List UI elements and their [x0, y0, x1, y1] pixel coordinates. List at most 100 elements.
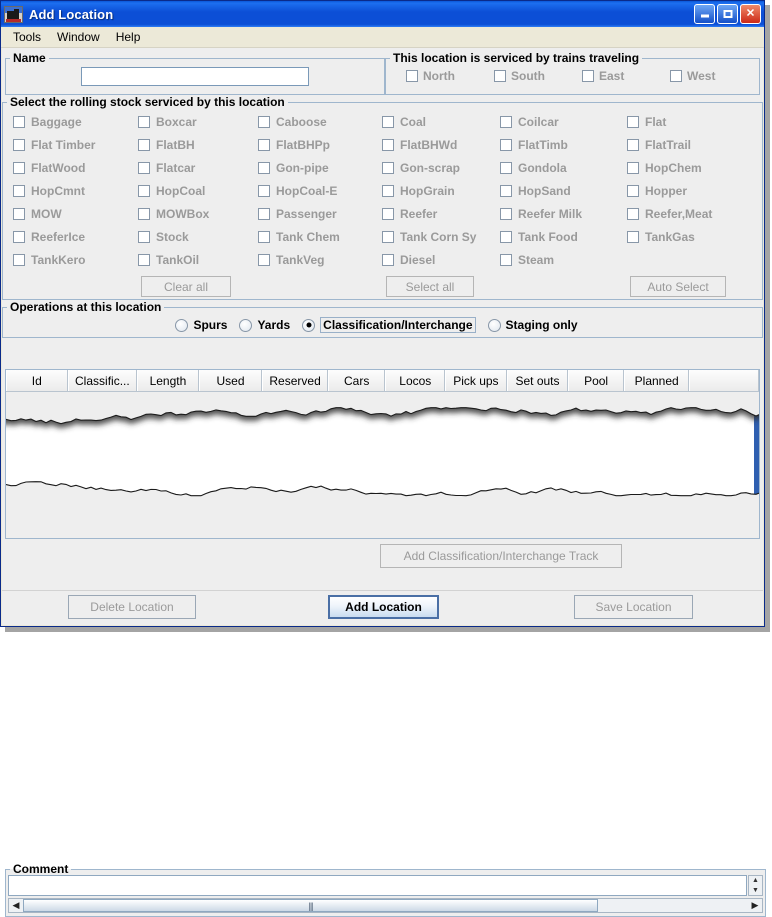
checkbox-icon — [500, 208, 512, 220]
checkbox-icon — [258, 139, 270, 151]
comment-input[interactable] — [8, 875, 747, 896]
checkbox-hopcoal-e[interactable]: HopCoal-E — [258, 179, 382, 202]
menu-item-tools[interactable]: Tools — [7, 28, 51, 46]
checkbox-icon — [258, 116, 270, 128]
comment-horizontal-scrollbar[interactable]: ◀ ||| ▶ — [8, 898, 763, 913]
rolling-stock-grid: BaggageBoxcarCaboose Coal CoilcarFlat Flat … — [3, 109, 762, 271]
checkbox-tankoil[interactable]: TankOil — [138, 248, 258, 271]
checkbox-reeferice[interactable]: ReeferIce — [13, 225, 138, 248]
table-column-header[interactable]: Cars — [328, 370, 386, 391]
checkbox-south[interactable]: South — [494, 69, 582, 83]
table-column-header[interactable] — [689, 370, 759, 391]
checkbox-icon — [13, 208, 25, 220]
checkbox-east[interactable]: East — [582, 69, 670, 83]
close-icon[interactable]: ✕ — [740, 4, 761, 24]
table-column-header[interactable]: Reserved — [262, 370, 328, 391]
checkbox-stock[interactable]: Stock — [138, 225, 258, 248]
footer-buttons: Delete Location Add Location Save Locati… — [2, 595, 763, 621]
checkbox-reefer[interactable]: Reefer — [382, 202, 500, 225]
auto-select-button[interactable]: Auto Select — [630, 276, 726, 297]
scroll-left-icon[interactable]: ◀ — [9, 899, 23, 912]
checkbox-icon — [13, 185, 25, 197]
name-input[interactable] — [81, 67, 309, 86]
table-column-header[interactable]: Planned — [624, 370, 690, 391]
checkbox-flattrail[interactable]: FlatTrail — [627, 133, 762, 156]
checkbox-gon-pipe[interactable]: Gon-pipe — [258, 156, 382, 179]
checkbox-hopper[interactable]: Hopper — [627, 179, 762, 202]
checkbox-flatcar[interactable]: Flatcar — [138, 156, 258, 179]
comment-vertical-scrollbar[interactable]: ▲ ▼ — [748, 875, 763, 896]
checkbox-boxcar[interactable]: Boxcar — [138, 110, 258, 133]
scroll-down-icon[interactable]: ▼ — [749, 886, 762, 896]
checkbox-icon — [138, 208, 150, 220]
checkbox-tank-food[interactable]: Tank Food — [500, 225, 627, 248]
checkbox-west[interactable]: West — [670, 69, 758, 83]
checkbox-reefer-meat[interactable]: Reefer,Meat — [627, 202, 762, 225]
checkbox-hopchem[interactable]: HopChem — [627, 156, 762, 179]
radio-staging-only[interactable]: Staging only — [488, 318, 578, 332]
scrollbar-thumb[interactable]: ||| — [23, 899, 598, 912]
table-column-header[interactable]: Set outs — [507, 370, 569, 391]
checkbox-mow[interactable]: MOW — [13, 202, 138, 225]
checkbox-flat-timber[interactable]: Flat Timber — [13, 133, 138, 156]
minimize-icon[interactable] — [694, 4, 715, 24]
checkbox-icon — [13, 231, 25, 243]
checkbox-hopcmnt[interactable]: HopCmnt — [13, 179, 138, 202]
menu-item-help[interactable]: Help — [110, 28, 151, 46]
checkbox-coal[interactable]: Coal — [382, 110, 500, 133]
checkbox-coilcar[interactable]: Coilcar — [500, 110, 627, 133]
checkbox-north[interactable]: North — [406, 69, 494, 83]
checkbox-hopsand[interactable]: HopSand — [500, 179, 627, 202]
checkbox-caboose[interactable]: Caboose — [258, 110, 382, 133]
checkbox-flattimb[interactable]: FlatTimb — [500, 133, 627, 156]
delete-location-button[interactable]: Delete Location — [68, 595, 196, 619]
checkbox-flat[interactable]: Flat — [627, 110, 762, 133]
checkbox-tankkero[interactable]: TankKero — [13, 248, 138, 271]
checkbox-flatbhwd[interactable]: FlatBHWd — [382, 133, 500, 156]
checkbox-label: Coal — [400, 115, 426, 129]
maximize-icon[interactable] — [717, 4, 738, 24]
table-column-header[interactable]: Length — [137, 370, 199, 391]
select-all-button[interactable]: Select all — [386, 276, 474, 297]
checkbox-tankveg[interactable]: TankVeg — [258, 248, 382, 271]
checkbox-hopgrain[interactable]: HopGrain — [382, 179, 500, 202]
checkbox-reefer-milk[interactable]: Reefer Milk — [500, 202, 627, 225]
table-column-header[interactable]: Pool — [568, 370, 624, 391]
scroll-up-icon[interactable]: ▲ — [749, 876, 762, 886]
checkbox-baggage[interactable]: Baggage — [13, 110, 138, 133]
radio-yards[interactable]: Yards — [239, 318, 290, 332]
checkbox-label: FlatWood — [31, 161, 85, 175]
table-column-header[interactable]: Classific... — [68, 370, 138, 391]
table-column-header[interactable]: Pick ups — [445, 370, 507, 391]
checkbox-flatbh[interactable]: FlatBH — [138, 133, 258, 156]
scroll-right-icon[interactable]: ▶ — [748, 899, 762, 912]
add-classification-interchange-track-button[interactable]: Add Classification/Interchange Track — [380, 544, 622, 568]
checkbox-passenger[interactable]: Passenger — [258, 202, 382, 225]
checkbox-flatbhpp[interactable]: FlatBHPp — [258, 133, 382, 156]
checkbox-hopcoal[interactable]: HopCoal — [138, 179, 258, 202]
checkbox-icon — [138, 139, 150, 151]
checkbox-icon — [582, 70, 594, 82]
checkbox-flatwood[interactable]: FlatWood — [13, 156, 138, 179]
checkbox-gondola[interactable]: Gondola — [500, 156, 627, 179]
clear-all-button[interactable]: Clear all — [141, 276, 231, 297]
checkbox-tank-chem[interactable]: Tank Chem — [258, 225, 382, 248]
checkbox-label: North — [423, 69, 455, 83]
checkbox-tank-corn-sy[interactable]: Tank Corn Sy — [382, 225, 500, 248]
radio-classification-interchange[interactable]: Classification/Interchange — [302, 317, 475, 333]
radio-label: Spurs — [193, 318, 227, 332]
add-location-button[interactable]: Add Location — [328, 595, 439, 619]
checkbox-icon — [627, 139, 639, 151]
table-column-header[interactable]: Locos — [385, 370, 445, 391]
checkbox-mowbox[interactable]: MOWBox — [138, 202, 258, 225]
checkbox-tankgas[interactable]: TankGas — [627, 225, 762, 248]
table-column-header[interactable]: Used — [199, 370, 263, 391]
radio-spurs[interactable]: Spurs — [175, 318, 227, 332]
menu-item-window[interactable]: Window — [51, 28, 110, 46]
table-column-header[interactable]: Id — [6, 370, 68, 391]
checkbox-steam[interactable]: Steam — [500, 248, 627, 271]
checkbox-diesel[interactable]: Diesel — [382, 248, 500, 271]
checkbox-label: Reefer,Meat — [645, 207, 712, 221]
save-location-button[interactable]: Save Location — [574, 595, 693, 619]
checkbox-gon-scrap[interactable]: Gon-scrap — [382, 156, 500, 179]
